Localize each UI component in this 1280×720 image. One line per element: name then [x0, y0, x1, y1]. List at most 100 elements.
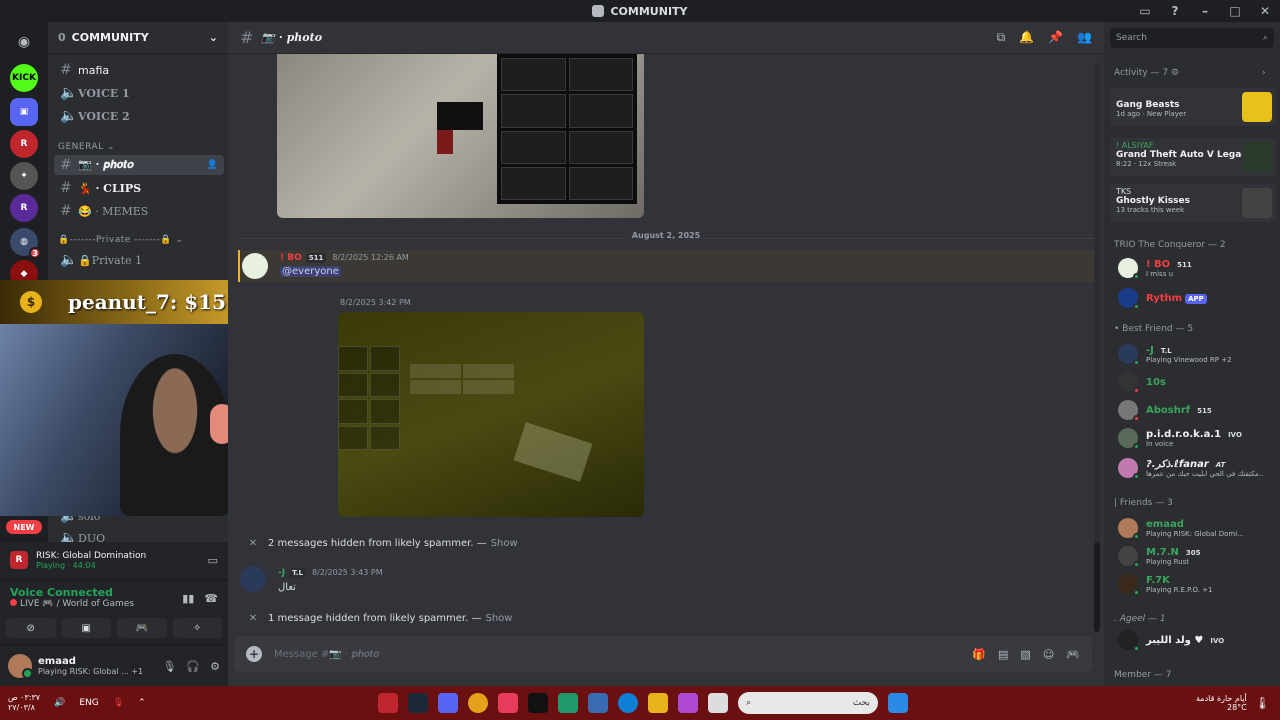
copilot-app-icon[interactable]	[678, 693, 698, 713]
show-link[interactable]: Show	[485, 613, 512, 624]
chevron-up-icon[interactable]: ⌃	[138, 698, 146, 708]
member-list-icon[interactable]: 👥	[1077, 30, 1092, 45]
member-item[interactable]: emaad Playing RISK: Global Domi...	[1118, 516, 1278, 540]
app-icon[interactable]	[498, 693, 518, 713]
game-controller-icon[interactable]: 🎮	[1066, 648, 1080, 661]
taskbar-search[interactable]: ⌕ بحث	[738, 692, 878, 714]
server-group-icon[interactable]: ◍ 3	[10, 228, 41, 259]
voice-channel-2[interactable]: 🔈 VOICE 2	[54, 106, 224, 126]
activity-button[interactable]: 🎮	[117, 618, 167, 638]
avatar[interactable]	[8, 654, 33, 679]
search-icon[interactable]: ⌕	[1263, 33, 1268, 43]
app-icon[interactable]	[558, 693, 578, 713]
search-input[interactable]	[1116, 33, 1246, 43]
channel-photo[interactable]: # 📷 · 𝒑𝒉𝒐𝒕𝒐 👤	[54, 155, 224, 175]
gif-icon[interactable]: ▤	[998, 648, 1008, 661]
voice-buttons: ⊘ ▣ 🎮 ✧	[6, 618, 222, 638]
member-item[interactable]: p.i.d.r.o.k.a.1 IVO In voice	[1118, 426, 1278, 450]
member-item[interactable]: -J T.L Playing Vinewood RP +2	[1118, 342, 1278, 366]
pin-icon[interactable]: 📌	[1048, 30, 1063, 45]
member-item[interactable]: 10s	[1118, 370, 1278, 394]
server-risk-icon[interactable]: R	[10, 130, 38, 158]
mic-icon[interactable]: 🎙	[162, 660, 176, 673]
bell-icon[interactable]: 🔔	[1019, 30, 1034, 45]
voice-channel-private[interactable]: 🔈 🔒Private 1	[54, 250, 224, 270]
folder-app-icon[interactable]	[648, 693, 668, 713]
activity-header[interactable]: Activity — 7 ⚙ ›	[1114, 68, 1266, 78]
emoji-icon[interactable]: ☺	[1043, 648, 1054, 661]
scrollbar-thumb[interactable]	[1094, 542, 1100, 632]
headphones-icon[interactable]: 🎧	[186, 660, 200, 673]
gear-icon[interactable]: ⚙	[210, 660, 220, 673]
monitor-icon[interactable]: ▭	[208, 554, 218, 567]
message-input[interactable]	[274, 648, 961, 660]
inbox-icon[interactable]: ▭	[1130, 4, 1160, 18]
taskview-icon[interactable]	[708, 693, 728, 713]
avatar[interactable]	[240, 566, 266, 592]
language-indicator[interactable]: ENG	[79, 698, 98, 708]
channel-mafia[interactable]: # mafia	[54, 60, 224, 80]
minimize-button[interactable]: –	[1190, 4, 1220, 18]
speaker-icon[interactable]: 🔊	[54, 698, 65, 708]
avatar[interactable]	[242, 253, 268, 279]
close-button[interactable]: ✕	[1250, 4, 1280, 18]
message-author[interactable]: -J T.L 8/2/2025 3:43 PM	[278, 568, 383, 578]
message-author[interactable]: ! BO 511 8/2/2025 12:26 AM	[280, 253, 409, 263]
app-icon[interactable]	[528, 693, 548, 713]
maximize-button[interactable]: □	[1220, 4, 1250, 18]
add-member-icon[interactable]: 👤	[207, 160, 218, 170]
message-reply[interactable]: -J T.L 8/2/2025 3:43 PM تعال	[238, 564, 1094, 598]
channel-memes[interactable]: # 😂 · MEMES	[54, 201, 224, 221]
edge-app-icon[interactable]	[618, 693, 638, 713]
camera-off-button[interactable]: ⊘	[6, 618, 56, 638]
help-icon[interactable]: ?	[1160, 4, 1190, 18]
member-item[interactable]: ! BO 511 I miss u	[1118, 256, 1278, 280]
windows-taskbar: ٠٣:٣٧ ص ٢٧/٠٣/٨ 🔊 ENG 🎙 ⌃ ⌕ بحث أيام حار…	[0, 686, 1280, 720]
category-private[interactable]: 🔒-------Private -------🔒 ⌄	[58, 235, 184, 245]
weather-widget[interactable]: أيام حارة قادمة 28°C 🌡	[1196, 694, 1270, 712]
steam-app-icon[interactable]	[408, 693, 428, 713]
personal-info-fields	[410, 364, 514, 394]
close-icon[interactable]: ✕	[238, 538, 268, 549]
clock[interactable]: ٠٣:٣٧ ص ٢٧/٠٣/٨	[8, 693, 40, 713]
member-item[interactable]: ?.ذكر.ℓfanar AT مكتفتك في الحي ابليت حبك م…	[1118, 456, 1278, 480]
voice-channel-1[interactable]: 🔈 VOICE 1	[54, 83, 224, 103]
member-item[interactable]: Rythm APP	[1118, 286, 1278, 310]
category-general[interactable]: GENERAL ⌄	[58, 142, 115, 152]
attachment-image-inventory[interactable]	[277, 54, 644, 218]
risk-app-icon[interactable]	[378, 693, 398, 713]
member-item[interactable]: Aboshrf 515	[1118, 398, 1278, 422]
threads-icon[interactable]: ⧉	[997, 30, 1006, 45]
channel-clips[interactable]: # 💃 · CLIPS	[54, 178, 224, 198]
signal-icon[interactable]: ▮▮	[182, 592, 194, 605]
attachment-image-personal-info[interactable]	[338, 312, 644, 517]
disconnect-icon[interactable]: ☎	[204, 592, 218, 605]
close-icon[interactable]: ✕	[238, 613, 268, 624]
server-grey-icon[interactable]: ✦	[10, 162, 38, 190]
sticker-icon[interactable]: ▧	[1020, 648, 1030, 661]
server-r-purple-icon[interactable]: R	[10, 194, 38, 222]
chat-scrollbar[interactable]	[1094, 62, 1100, 632]
store-app-icon[interactable]	[588, 693, 608, 713]
server-blue-icon[interactable]: ▣	[10, 98, 38, 126]
windows-start-icon[interactable]	[888, 693, 908, 713]
gift-icon[interactable]: 🎁	[972, 648, 986, 661]
activity-item[interactable]: Kiauz Gang Beasts 1d ago · New Player	[1110, 88, 1276, 126]
add-attachment-button[interactable]: +	[246, 646, 262, 662]
soundboard-button[interactable]: ✧	[172, 618, 222, 638]
member-item[interactable]: ولد الليبر ♥ IVO	[1118, 628, 1278, 652]
member-item[interactable]: M.7.N 305 Playing Rust	[1118, 544, 1278, 568]
activity-item[interactable]: TKS Ghostly Kisses 13 tracks this week	[1110, 184, 1276, 222]
message-mention[interactable]: ! BO 511 8/2/2025 12:26 AM @everyone	[238, 250, 1094, 282]
activity-item[interactable]: ! ALSIYAF Grand Theft Auto V Legacy 8:22…	[1110, 138, 1276, 176]
server-kick-icon[interactable]: KICK	[10, 64, 38, 92]
discord-home-icon[interactable]: ◉	[10, 28, 38, 56]
member-item[interactable]: F.7K Playing R.E.P.O. +1	[1118, 572, 1278, 596]
screen-share-button[interactable]: ▣	[61, 618, 111, 638]
mic-icon[interactable]: 🎙	[113, 698, 124, 708]
chrome-app-icon[interactable]	[468, 693, 488, 713]
discord-app-icon[interactable]	[438, 693, 458, 713]
show-link[interactable]: Show	[491, 538, 518, 549]
server-header[interactable]: 0 COMMUNITY ⌄	[48, 22, 228, 54]
game-activity-card[interactable]: R RISK: Global Domination Playing · 44:0…	[0, 542, 228, 578]
